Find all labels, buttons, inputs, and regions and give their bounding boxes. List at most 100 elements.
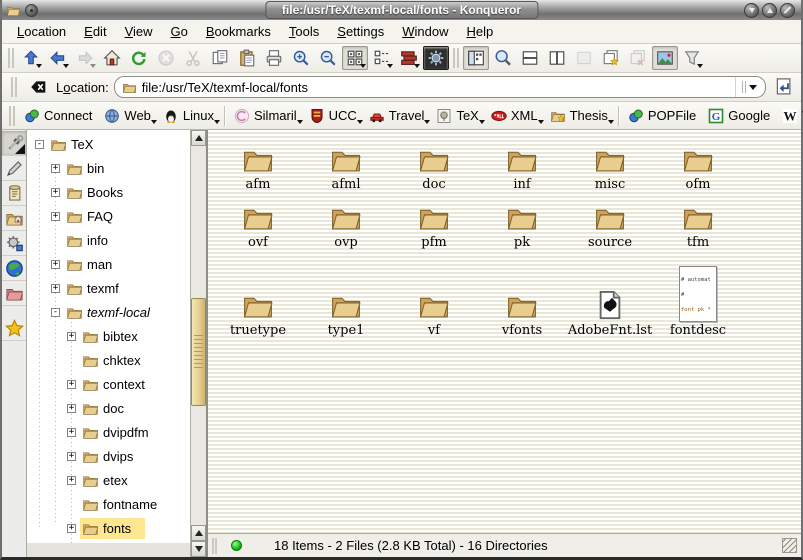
expander-icon[interactable]: + (67, 524, 76, 533)
back-button[interactable] (45, 46, 71, 70)
sticky-button[interactable] (25, 4, 38, 17)
menu-view[interactable]: View (116, 21, 162, 42)
expander-icon[interactable]: + (67, 452, 76, 461)
icon-view[interactable]: afm afml doc inf misc ofm ovf ovp pfm pk… (208, 130, 801, 533)
sidebar-tab-services[interactable] (2, 231, 26, 256)
icon-view-button[interactable] (342, 46, 368, 70)
expander-icon[interactable]: + (51, 188, 60, 197)
toolbar-grip[interactable] (8, 48, 14, 68)
file-item-type1[interactable]: type1 (302, 252, 390, 340)
reload-button[interactable] (126, 46, 152, 70)
image-preview-button[interactable] (652, 46, 678, 70)
menu-help[interactable]: Help (458, 21, 503, 42)
menu-window[interactable]: Window (393, 21, 457, 42)
bookmark-travel[interactable]: Travel (365, 106, 431, 126)
bookmark-silmaril[interactable]: Silmaril (230, 106, 303, 126)
bookmark-linux[interactable]: Linux (159, 106, 220, 126)
forward-button[interactable] (72, 46, 98, 70)
sidebar-tab-root-folder[interactable] (2, 281, 26, 306)
minimize-button[interactable] (744, 3, 759, 18)
new-tab-button[interactable] (598, 46, 624, 70)
menu-go[interactable]: Go (162, 21, 197, 42)
bookmark-thesis[interactable]: Thesis (546, 106, 614, 126)
zoom-in-button[interactable] (288, 46, 314, 70)
paste-button[interactable] (234, 46, 260, 70)
tree-item-selected[interactable]: +fonts (27, 516, 206, 540)
maximize-button[interactable] (762, 3, 777, 18)
bookmark-connect[interactable]: Connect (20, 106, 98, 126)
expander-icon[interactable]: + (51, 284, 60, 293)
zoom-out-button[interactable] (315, 46, 341, 70)
tree-item[interactable]: +context (27, 372, 206, 396)
menu-tools[interactable]: Tools (280, 21, 328, 42)
home-button[interactable] (99, 46, 125, 70)
tree-item[interactable]: +FAQ (27, 204, 206, 228)
file-item-tfm[interactable]: tfm (654, 194, 742, 252)
filter-button[interactable] (679, 46, 705, 70)
bookmark-wikipedia[interactable]: W Wikipedia (778, 106, 803, 126)
tree-item[interactable]: chktex (27, 348, 206, 372)
tree-item[interactable]: +dvips (27, 444, 206, 468)
tree-item[interactable]: +bin (27, 156, 206, 180)
expander-icon[interactable]: + (67, 332, 76, 341)
file-item-ofm[interactable]: ofm (654, 136, 742, 194)
sidebar-tab-network[interactable] (2, 256, 26, 281)
expander-icon[interactable]: + (51, 212, 60, 221)
split-view-top-bottom-button[interactable] (517, 46, 543, 70)
menu-edit[interactable]: Edit (75, 21, 115, 42)
detailed-list-view-button[interactable] (396, 46, 422, 70)
tree-item[interactable]: info (27, 228, 206, 252)
scroll-up-button[interactable] (191, 130, 206, 146)
bookmark-popfile[interactable]: POPFile (624, 106, 702, 126)
sidebar-tab-home[interactable] (2, 206, 26, 231)
file-item-ovf[interactable]: ovf (214, 194, 302, 252)
menu-settings[interactable]: Settings (328, 21, 393, 42)
remove-active-view-button[interactable] (571, 46, 597, 70)
scroll-down-button[interactable] (191, 541, 206, 557)
close-tab-button[interactable] (625, 46, 651, 70)
menu-location[interactable]: Location (8, 21, 75, 42)
toolbar-grip[interactable] (453, 48, 459, 68)
statusbar-handle[interactable] (212, 538, 217, 554)
file-item-truetype[interactable]: truetype (214, 252, 302, 340)
expander-icon[interactable]: + (67, 428, 76, 437)
file-item-doc[interactable]: doc (390, 136, 478, 194)
tree-item[interactable]: +man (27, 252, 206, 276)
embedded-gear-view-button[interactable] (423, 46, 449, 70)
tree-item[interactable]: +dvipdfm (27, 420, 206, 444)
file-item-vfonts[interactable]: vfonts (478, 252, 566, 340)
tree-item[interactable]: +texmf (27, 276, 206, 300)
scrollbar-thumb[interactable] (191, 298, 206, 406)
tree-item[interactable]: +etex (27, 468, 206, 492)
go-button[interactable] (771, 75, 795, 99)
sidebar-tab-pencil[interactable] (2, 156, 26, 181)
file-item-pfm[interactable]: pfm (390, 194, 478, 252)
file-item-fontdesc[interactable]: # automat # font pk * font pk * font pk … (654, 252, 742, 340)
window-menu-folder-icon[interactable] (6, 3, 21, 18)
file-item-ovp[interactable]: ovp (302, 194, 390, 252)
expander-icon[interactable]: + (67, 476, 76, 485)
expander-icon[interactable]: + (51, 164, 60, 173)
clear-location-button[interactable] (25, 75, 51, 99)
file-item-inf[interactable]: inf (478, 136, 566, 194)
toolbar-grip[interactable] (11, 77, 17, 97)
file-item-afm[interactable]: afm (214, 136, 302, 194)
bookmark-google[interactable]: G Google (704, 106, 776, 126)
expander-icon[interactable]: - (51, 308, 60, 317)
bookmark-xml[interactable]: XML (487, 106, 544, 126)
bookmark-web[interactable]: Web (100, 106, 157, 126)
location-combobox[interactable]: file:/usr/TeX/texmf-local/fonts (114, 76, 766, 98)
file-item-adobefnt[interactable]: AdobeFnt.lst (566, 252, 654, 340)
bookmark-tex[interactable]: TeX (432, 106, 484, 126)
print-button[interactable] (261, 46, 287, 70)
file-item-pk[interactable]: pk (478, 194, 566, 252)
resize-grip[interactable] (782, 538, 797, 553)
close-button[interactable] (780, 3, 795, 18)
expander-icon[interactable]: + (67, 404, 76, 413)
up-button[interactable] (18, 46, 44, 70)
sidebar-tab-history[interactable] (2, 181, 26, 206)
scroll-up-button2[interactable] (191, 525, 206, 541)
tree-item[interactable]: +doc (27, 396, 206, 420)
tree-item[interactable]: +Books (27, 180, 206, 204)
show-navigation-panel-button[interactable] (463, 46, 489, 70)
